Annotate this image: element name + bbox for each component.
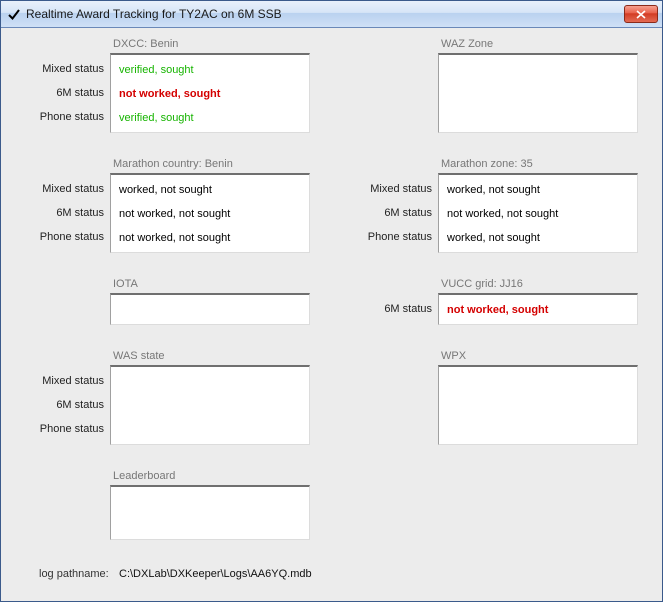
marathon-zone-mixed-value: worked, not sought [447,184,540,196]
waz-box [438,53,638,133]
dxcc-box: verified, sought not worked, sought veri… [110,53,310,133]
vucc-header: VUCC grid: JJ16 [441,278,523,290]
log-pathname-label: log pathname: [39,568,109,580]
was-phone-label: Phone status [24,423,104,435]
dxcc-phone-value: verified, sought [119,112,194,124]
app-icon [7,7,21,21]
leaderboard-box [110,485,310,540]
iota-box [110,293,310,325]
window-title: Realtime Award Tracking for TY2AC on 6M … [26,7,624,21]
dxcc-header: DXCC: Benin [113,38,178,50]
dxcc-6m-value: not worked, sought [119,88,220,100]
marathon-country-6m-label: 6M status [24,207,104,219]
vucc-box: not worked, sought [438,293,638,325]
marathon-country-box: worked, not sought not worked, not sough… [110,173,310,253]
titlebar: Realtime Award Tracking for TY2AC on 6M … [1,1,662,28]
wpx-box [438,365,638,445]
marathon-zone-box: worked, not sought not worked, not sough… [438,173,638,253]
marathon-country-phone-value: not worked, not sought [119,232,230,244]
marathon-country-phone-label: Phone status [24,231,104,243]
marathon-country-6m-value: not worked, not sought [119,208,230,220]
was-box [110,365,310,445]
vucc-6m-value: not worked, sought [447,304,548,316]
vucc-6m-label: 6M status [352,303,432,315]
waz-header: WAZ Zone [441,38,493,50]
close-icon [636,10,646,19]
dxcc-phone-label: Phone status [24,111,104,123]
marathon-zone-phone-label: Phone status [352,231,432,243]
dxcc-mixed-value: verified, sought [119,64,194,76]
marathon-zone-6m-value: not worked, not sought [447,208,558,220]
client-area: DXCC: Benin verified, sought not worked,… [1,28,662,601]
was-mixed-label: Mixed status [24,375,104,387]
marathon-zone-header: Marathon zone: 35 [441,158,533,170]
iota-header: IOTA [113,278,138,290]
dxcc-6m-label: 6M status [24,87,104,99]
dxcc-mixed-label: Mixed status [24,63,104,75]
close-button[interactable] [624,5,658,23]
marathon-country-mixed-label: Mixed status [24,183,104,195]
marathon-country-mixed-value: worked, not sought [119,184,212,196]
wpx-header: WPX [441,350,466,362]
marathon-zone-6m-label: 6M status [352,207,432,219]
marathon-zone-phone-value: worked, not sought [447,232,540,244]
marathon-zone-mixed-label: Mixed status [352,183,432,195]
window-frame: Realtime Award Tracking for TY2AC on 6M … [0,0,663,602]
was-6m-label: 6M status [24,399,104,411]
was-header: WAS state [113,350,165,362]
leaderboard-header: Leaderboard [113,470,175,482]
log-pathname-value: C:\DXLab\DXKeeper\Logs\AA6YQ.mdb [119,568,312,580]
marathon-country-header: Marathon country: Benin [113,158,233,170]
